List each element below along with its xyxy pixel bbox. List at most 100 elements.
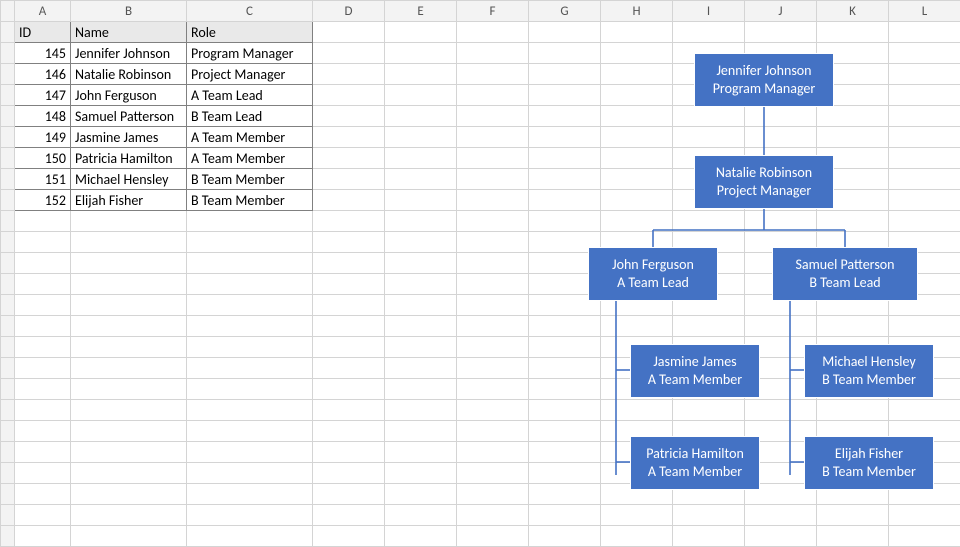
row-header[interactable] (1, 43, 15, 64)
cell[interactable] (529, 169, 601, 190)
cell-name[interactable]: Natalie Robinson (71, 64, 187, 85)
cell[interactable] (673, 22, 745, 43)
cell-id[interactable]: 149 (15, 127, 71, 148)
cell[interactable] (385, 190, 457, 211)
cell-name[interactable]: Jennifer Johnson (71, 43, 187, 64)
cell[interactable] (889, 169, 960, 190)
cell[interactable] (385, 64, 457, 85)
cell[interactable] (385, 127, 457, 148)
cell[interactable] (313, 106, 385, 127)
cell[interactable] (601, 22, 673, 43)
cell[interactable] (601, 127, 673, 148)
cell[interactable] (313, 85, 385, 106)
cell[interactable] (313, 148, 385, 169)
cell[interactable] (457, 64, 529, 85)
cell[interactable] (673, 106, 745, 127)
org-node-a-team-lead[interactable]: John Ferguson A Team Lead (588, 247, 718, 301)
cell[interactable] (457, 85, 529, 106)
cell[interactable] (745, 106, 817, 127)
cell-role[interactable]: B Team Member (187, 169, 313, 190)
cell-name[interactable]: Samuel Patterson (71, 106, 187, 127)
cell-role[interactable]: A Team Member (187, 148, 313, 169)
col-header[interactable]: L (889, 1, 960, 22)
cell[interactable] (385, 85, 457, 106)
cell[interactable] (529, 127, 601, 148)
cell-id[interactable]: 151 (15, 169, 71, 190)
cell-id[interactable]: 146 (15, 64, 71, 85)
row-header[interactable] (1, 22, 15, 43)
cell-name[interactable]: Patricia Hamilton (71, 148, 187, 169)
cell-name[interactable]: Jasmine James (71, 127, 187, 148)
cell-role[interactable]: Project Manager (187, 64, 313, 85)
cell-name[interactable]: Michael Hensley (71, 169, 187, 190)
org-node-a-team-member[interactable]: Jasmine James A Team Member (630, 344, 760, 398)
col-header[interactable]: D (313, 1, 385, 22)
cell[interactable] (745, 22, 817, 43)
col-header[interactable]: J (745, 1, 817, 22)
cell[interactable] (817, 127, 889, 148)
cell[interactable] (457, 43, 529, 64)
cell[interactable] (817, 22, 889, 43)
cell[interactable] (889, 64, 960, 85)
col-header[interactable]: A (15, 1, 71, 22)
cell[interactable] (457, 106, 529, 127)
cell-role[interactable]: B Team Lead (187, 106, 313, 127)
cell[interactable] (457, 22, 529, 43)
row-header[interactable] (1, 190, 15, 211)
col-header[interactable]: H (601, 1, 673, 22)
cell[interactable] (529, 85, 601, 106)
cell[interactable] (889, 85, 960, 106)
cell[interactable] (889, 127, 960, 148)
cell[interactable] (313, 43, 385, 64)
cell-role[interactable]: A Team Member (187, 127, 313, 148)
cell[interactable] (385, 43, 457, 64)
cell[interactable] (529, 106, 601, 127)
col-header[interactable]: I (673, 1, 745, 22)
cell[interactable]: Role (187, 22, 313, 43)
cell[interactable] (385, 148, 457, 169)
org-node-project-manager[interactable]: Natalie Robinson Project Manager (694, 155, 834, 209)
cell-id[interactable]: 150 (15, 148, 71, 169)
cell[interactable] (601, 148, 673, 169)
cell[interactable] (889, 43, 960, 64)
cell[interactable] (385, 22, 457, 43)
cell[interactable] (529, 190, 601, 211)
cell[interactable] (457, 169, 529, 190)
cell-id[interactable]: 147 (15, 85, 71, 106)
col-header[interactable]: K (817, 1, 889, 22)
row-header[interactable] (1, 148, 15, 169)
cell[interactable]: Name (71, 22, 187, 43)
cell[interactable] (457, 127, 529, 148)
row-header[interactable] (1, 85, 15, 106)
cell[interactable] (889, 22, 960, 43)
cell[interactable] (529, 148, 601, 169)
cell[interactable] (313, 190, 385, 211)
cell-name[interactable]: John Ferguson (71, 85, 187, 106)
cell[interactable] (529, 22, 601, 43)
cell-id[interactable]: 148 (15, 106, 71, 127)
col-header[interactable]: B (71, 1, 187, 22)
row-header[interactable] (1, 64, 15, 85)
cell-role[interactable]: Program Manager (187, 43, 313, 64)
cell[interactable] (601, 169, 673, 190)
cell[interactable] (601, 43, 673, 64)
org-node-b-team-lead[interactable]: Samuel Patterson B Team Lead (772, 247, 918, 301)
cell[interactable] (601, 85, 673, 106)
cell[interactable] (313, 169, 385, 190)
cell-name[interactable]: Elijah Fisher (71, 190, 187, 211)
cell[interactable]: ID (15, 22, 71, 43)
cell[interactable] (601, 64, 673, 85)
org-node-program-manager[interactable]: Jennifer Johnson Program Manager (694, 53, 834, 107)
cell[interactable] (817, 106, 889, 127)
cell[interactable] (889, 190, 960, 211)
cell[interactable] (457, 190, 529, 211)
org-node-b-team-member[interactable]: Michael Hensley B Team Member (804, 344, 934, 398)
row-header[interactable] (1, 127, 15, 148)
cell[interactable] (385, 106, 457, 127)
col-header[interactable]: E (385, 1, 457, 22)
cell[interactable] (313, 127, 385, 148)
cell[interactable] (601, 106, 673, 127)
cell-role[interactable]: A Team Lead (187, 85, 313, 106)
row-header[interactable] (1, 106, 15, 127)
cell[interactable] (745, 127, 817, 148)
